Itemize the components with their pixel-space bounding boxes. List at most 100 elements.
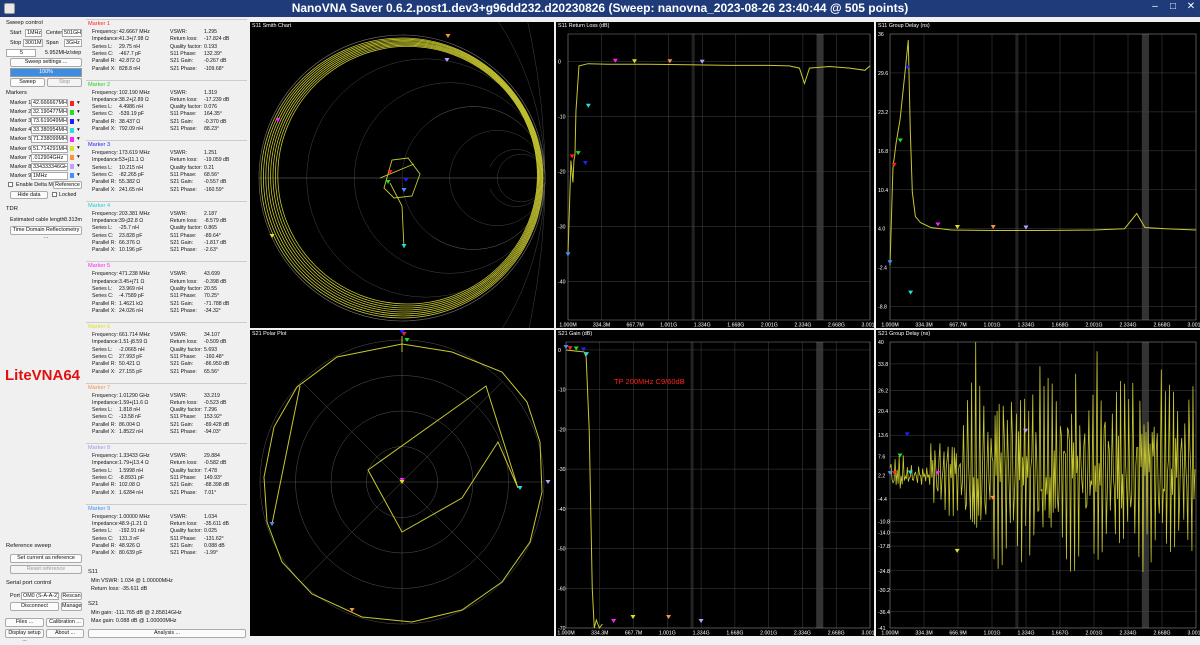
marker-visibility-icon[interactable]: ▾ <box>77 172 80 178</box>
detail-label: Parallel X: <box>92 550 116 557</box>
close-icon[interactable]: ✕ <box>1184 1 1198 12</box>
hide-data-button[interactable]: Hide data <box>10 191 48 199</box>
detail-label: VSWR: <box>170 89 188 96</box>
marker-label: Marker 1 <box>10 100 32 106</box>
detail-label: S21 Gain: <box>170 179 194 186</box>
marker-color-swatch[interactable] <box>70 127 74 133</box>
about-button[interactable]: About ... <box>46 629 84 638</box>
x-tick-label: 334.3M <box>915 631 932 637</box>
detail-label: Return loss: <box>170 460 198 467</box>
tdr-button[interactable]: Time Domain Reflectometry ... <box>10 226 82 240</box>
series-line <box>889 40 1197 266</box>
y-tick-label: 20.4 <box>878 409 888 415</box>
detail-label: Frequency: <box>92 271 118 278</box>
detail-value: -17.239 dB <box>204 96 230 103</box>
detail-value: -0.267 dB <box>204 58 227 65</box>
set-reference-button[interactable]: Set current as reference <box>10 554 82 563</box>
detail-label: Parallel X: <box>92 307 116 314</box>
detail-label: Series L: <box>92 43 113 50</box>
detail-value: -2.63° <box>204 247 218 254</box>
s21-polar-chart[interactable]: S21 Polar Plot <box>250 330 554 636</box>
marker-color-swatch[interactable] <box>70 155 74 161</box>
detail-value: 48.9-j1.21 Ω <box>119 521 148 528</box>
reset-reference-button[interactable]: Reset reference <box>10 565 82 574</box>
marker-frequency-input[interactable]: 1MHz <box>31 171 68 180</box>
detail-value: -34.32° <box>204 307 221 314</box>
span-input[interactable]: 3GHz <box>64 39 82 47</box>
detail-label: Impedance: <box>92 460 120 467</box>
calibration-button[interactable]: Calibration ... <box>46 618 84 627</box>
detail-label: Parallel X: <box>92 429 116 436</box>
s11-smith-chart[interactable]: S11 Smith Chart <box>250 22 554 328</box>
detail-value: -94.03° <box>204 429 221 436</box>
detail-value: -0.582 dB <box>204 460 227 467</box>
polar-grid-spoke <box>401 381 503 483</box>
marker-visibility-icon[interactable]: ▾ <box>77 127 80 133</box>
display-setup-button[interactable]: Display setup ... <box>5 629 44 643</box>
marker-detail-title: Marker 1 <box>88 21 111 27</box>
s11-min-vswr: Min VSWR: 1.034 @ 1.00000MHz <box>91 578 173 584</box>
disconnect-button[interactable]: Disconnect <box>10 602 59 611</box>
marker-color-swatch[interactable] <box>70 136 74 142</box>
detail-value: -4.7589 pF <box>119 293 145 300</box>
rescan-button[interactable]: Rescan <box>61 592 82 600</box>
marker-color-swatch[interactable] <box>70 100 74 106</box>
detail-label: Return loss: <box>170 399 198 406</box>
sweep-settings-button[interactable]: Sweep settings ... <box>10 58 82 67</box>
marker-visibility-icon[interactable]: ▾ <box>77 118 80 124</box>
markers-label: Markers <box>6 90 27 96</box>
detail-label: Series L: <box>92 225 113 232</box>
stop-button[interactable]: Stop <box>47 78 82 87</box>
x-tick-label: 1.334G <box>1017 323 1034 329</box>
s21-group-delay-chart[interactable]: S21 Group Delay (ns) 1.000M 334.3M 666.9M 1… <box>876 330 1200 636</box>
marker-frequency-input[interactable]: 73.619049MHz <box>31 117 68 126</box>
files-button[interactable]: Files ... <box>5 618 44 627</box>
marker-color-swatch[interactable] <box>70 164 74 170</box>
marker-frequency-input[interactable]: 51.714291MHz <box>31 144 68 153</box>
y-tick-label: -70 <box>558 626 566 632</box>
stop-input[interactable]: 3001MH <box>23 39 43 47</box>
analysis-button[interactable]: Analysis ... <box>88 629 246 638</box>
marker-visibility-icon[interactable]: ▾ <box>77 136 80 142</box>
port-select[interactable]: OM0 (S-A-A-2) <box>21 592 59 600</box>
segments-input[interactable]: 5 <box>6 49 36 57</box>
frequency-band-highlight <box>1141 342 1149 628</box>
marker-label: Marker 3 <box>10 118 32 125</box>
detail-value: 792.09 nH <box>119 126 143 133</box>
sweep-button[interactable]: Sweep <box>10 78 45 87</box>
marker-frequency-input[interactable]: 334333346GHz <box>31 162 68 171</box>
marker-color-swatch[interactable] <box>70 173 74 179</box>
marker-color-swatch[interactable] <box>70 118 74 124</box>
y-tick-label: 23.2 <box>878 110 888 116</box>
manage-button[interactable]: Manage <box>61 602 82 611</box>
detail-value: 1.295 <box>204 29 217 35</box>
locked-checkbox[interactable] <box>52 192 57 197</box>
detail-label: Series C: <box>92 172 114 179</box>
minimize-icon[interactable]: – <box>1148 1 1162 12</box>
marker-visibility-icon[interactable]: ▾ <box>77 109 80 115</box>
marker-frequency-input[interactable]: 33.380954MHz <box>31 126 68 135</box>
frequency-band-highlight <box>1141 34 1149 320</box>
marker-frequency-input[interactable]: 32.190477MHz <box>31 108 68 117</box>
marker-frequency-input[interactable]: 71.238099MHz <box>31 135 68 144</box>
marker-frequency-input[interactable]: .012904GHz <box>31 153 68 162</box>
s21-gain-chart[interactable]: S21 Gain (dB) 1.000M 334.3M 667.7M 1.001G 1.… <box>556 330 874 636</box>
maximize-icon[interactable]: □ <box>1166 1 1180 12</box>
marker-visibility-icon[interactable]: ▾ <box>77 100 80 106</box>
marker-label: Marker 6 <box>10 145 32 152</box>
center-input[interactable]: 501GHz <box>62 29 82 37</box>
enable-delta-checkbox[interactable] <box>8 182 13 187</box>
marker-color-swatch[interactable] <box>70 146 74 151</box>
reference-button[interactable]: Reference <box>53 181 82 189</box>
start-input[interactable]: 1MHz <box>25 29 42 37</box>
marker-visibility-icon[interactable]: ▾ <box>77 163 80 169</box>
s11-group-delay-chart[interactable]: S11 Group Delay (ns) 1.000M 334.3M 667.7M 1… <box>876 22 1200 328</box>
marker-9-triangle <box>563 344 569 349</box>
detail-label: VSWR: <box>170 392 188 399</box>
marker-visibility-icon[interactable]: ▾ <box>77 145 80 151</box>
marker-visibility-icon[interactable]: ▾ <box>77 154 80 160</box>
x-tick-label: 2.334G <box>1119 631 1136 637</box>
s11-return-loss-chart[interactable]: S11 Return Loss (dB) 1.000M 334.3M 667.7M 1… <box>556 22 874 328</box>
marker-color-swatch[interactable] <box>70 109 74 115</box>
marker-frequency-input[interactable]: 42.666667MHz <box>31 99 68 107</box>
